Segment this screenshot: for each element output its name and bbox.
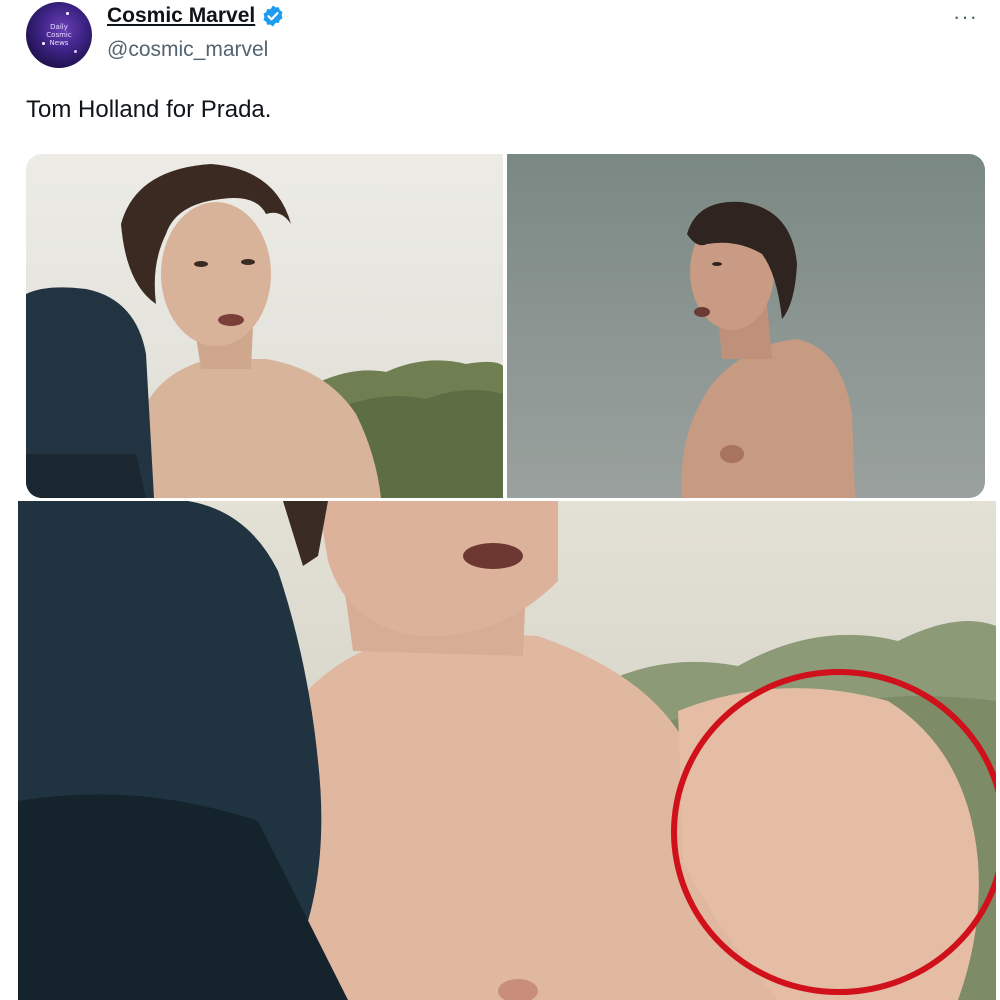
display-name-text: Cosmic Marvel (107, 4, 256, 27)
verified-badge-icon (261, 4, 285, 28)
tweet-text: Tom Holland for Prada. (26, 96, 272, 123)
photo-1[interactable] (26, 154, 503, 498)
media-grid (26, 154, 985, 498)
photo-3[interactable] (18, 501, 996, 1000)
avatar[interactable]: Daily Cosmic News (26, 2, 92, 68)
photo-2[interactable] (507, 154, 985, 498)
avatar-text: Daily Cosmic News (46, 23, 72, 47)
more-options-icon[interactable]: ··· (953, 4, 978, 30)
author-handle[interactable]: @cosmic_marvel (107, 38, 268, 62)
author-display-name[interactable]: Cosmic Marvel (107, 4, 285, 28)
